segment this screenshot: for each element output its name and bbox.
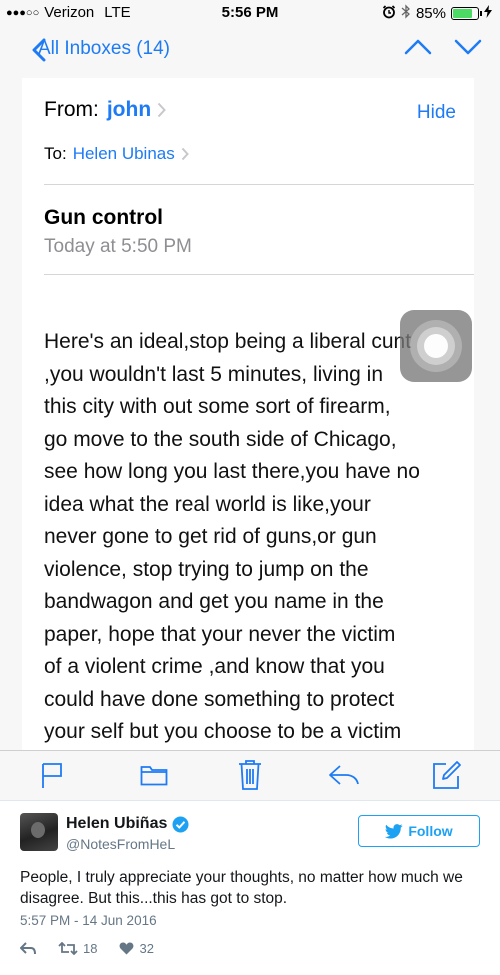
- back-to-inboxes-button[interactable]: All Inboxes (14): [32, 38, 171, 62]
- sender-name[interactable]: john: [107, 98, 151, 122]
- like-count: 32: [139, 941, 154, 956]
- tweet-card: Helen Ubiñas @NotesFromHeL Follow People…: [0, 800, 500, 975]
- battery-percent: 85%: [415, 5, 446, 22]
- navigation-bar: All Inboxes (14): [0, 30, 500, 70]
- status-bar: ●●●○○ Verizon LTE 5:56 PM 85%: [0, 0, 500, 24]
- retweet-icon: [58, 942, 78, 955]
- message-view: From: john Hide To: Helen Ubinas Gun con…: [22, 78, 474, 750]
- message-subject: Gun control: [44, 206, 163, 229]
- message-date: Today at 5:50 PM: [44, 236, 192, 257]
- subject-divider: [44, 274, 474, 275]
- follow-button[interactable]: Follow: [358, 815, 480, 847]
- retweet-action[interactable]: 18: [58, 941, 97, 956]
- to-row: To: Helen Ubinas: [44, 144, 189, 164]
- tweet-text: People, I truly appreciate your thoughts…: [20, 869, 463, 907]
- like-action[interactable]: 32: [119, 941, 154, 956]
- assistive-touch-button[interactable]: [400, 310, 472, 382]
- trash-icon[interactable]: [237, 759, 263, 791]
- compose-icon[interactable]: [432, 760, 462, 790]
- hide-details-button[interactable]: Hide: [417, 102, 456, 124]
- flag-icon[interactable]: [40, 761, 64, 789]
- tweet-actions: 18 32: [20, 941, 176, 956]
- tweet-timestamp[interactable]: 5:57 PM - 14 Jun 2016: [20, 913, 157, 928]
- bluetooth-icon: [401, 4, 411, 23]
- author-name: Helen Ubiñas: [66, 815, 168, 832]
- verified-badge-icon: [172, 816, 189, 832]
- chevron-right-icon: [181, 147, 189, 161]
- mail-app-screenshot: ●●●○○ Verizon LTE 5:56 PM 85% All Inboxe…: [0, 0, 500, 800]
- heart-icon: [120, 942, 134, 955]
- battery-icon: [451, 7, 482, 20]
- folder-icon[interactable]: [140, 764, 168, 786]
- message-body: Here's an ideal,stop being a liberal cun…: [44, 330, 420, 743]
- alarm-icon: [382, 4, 396, 23]
- mail-toolbar: [0, 750, 500, 800]
- author-handle[interactable]: @NotesFromHeL: [66, 836, 175, 852]
- from-row: From: john: [44, 98, 167, 122]
- chevron-left-icon: [32, 38, 46, 62]
- next-message-icon[interactable]: [454, 38, 482, 56]
- from-label: From:: [44, 98, 99, 121]
- header-divider: [44, 184, 474, 185]
- retweet-count: 18: [83, 941, 98, 956]
- twitter-bird-icon: [385, 823, 403, 839]
- back-label: All Inboxes (14): [38, 38, 171, 59]
- reply-icon[interactable]: [328, 764, 360, 786]
- tweet-author[interactable]: Helen Ubiñas: [66, 815, 189, 833]
- previous-message-icon[interactable]: [404, 38, 432, 56]
- reply-icon: [20, 942, 36, 955]
- to-label: To:: [44, 144, 67, 163]
- chevron-right-icon: [157, 102, 167, 118]
- follow-label: Follow: [408, 823, 453, 839]
- charging-bolt-icon: [484, 5, 492, 22]
- recipient-name[interactable]: Helen Ubinas: [73, 144, 175, 164]
- reply-action[interactable]: [20, 942, 36, 955]
- avatar[interactable]: [20, 813, 58, 851]
